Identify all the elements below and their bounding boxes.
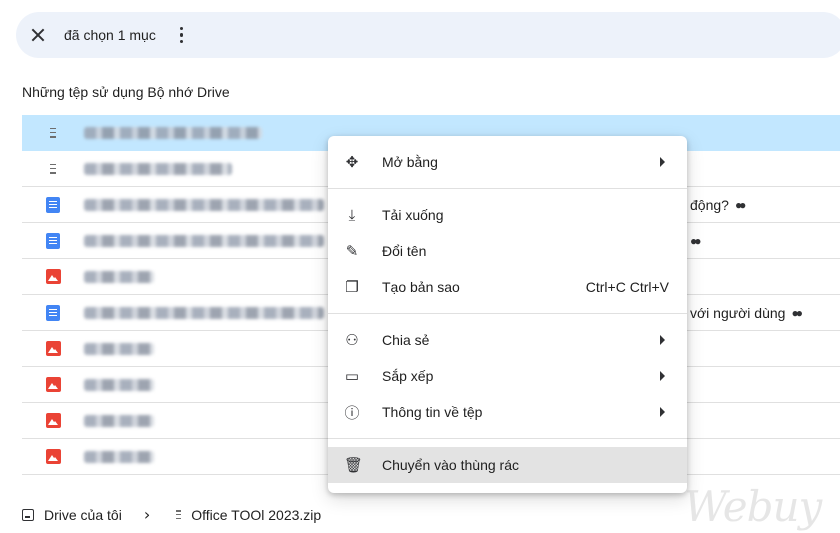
row-owner-text: ●●: [690, 233, 701, 248]
doc-icon: [42, 232, 64, 249]
menu-item-make-copy[interactable]: ❐ Tạo bản sao Ctrl+C Ctrl+V: [328, 269, 687, 305]
breadcrumb-file[interactable]: Office TOOl 2023.zip: [191, 507, 321, 523]
file-name-redacted: [84, 342, 154, 355]
breadcrumb: Drive của tôi › Office TOOl 2023.zip: [22, 505, 321, 524]
breadcrumb-root[interactable]: Drive của tôi: [44, 507, 122, 523]
doc-icon: [42, 196, 64, 213]
image-icon: [42, 269, 64, 284]
file-name-redacted: [84, 270, 154, 283]
context-menu: ✥ Mở bằng ⤓ Tải xuống ✎ Đổi tên ❐ Tạo bả…: [328, 136, 687, 493]
zip-icon: [42, 127, 64, 138]
selection-count: đã chọn 1 mục: [64, 27, 156, 43]
trash-icon: 🗑: [344, 456, 364, 474]
submenu-arrow-icon: [660, 335, 665, 345]
my-drive-icon: [22, 508, 34, 521]
menu-item-file-info[interactable]: ⓘ Thông tin về tệp: [328, 394, 687, 430]
copy-icon: ❐: [345, 278, 359, 296]
menu-divider: [328, 188, 687, 189]
menu-item-move-to-trash[interactable]: 🗑 Chuyển vào thùng rác: [328, 447, 687, 483]
pencil-icon: ✎: [345, 242, 359, 260]
image-icon: [42, 413, 64, 428]
menu-divider: [328, 438, 687, 439]
submenu-arrow-icon: [660, 371, 665, 381]
image-icon: [42, 377, 64, 392]
section-title: Những tệp sử dụng Bộ nhớ Drive: [22, 84, 230, 100]
file-name-redacted: [84, 126, 262, 139]
copy-shortcut: Ctrl+C Ctrl+V: [585, 279, 669, 295]
file-name-redacted: [84, 198, 324, 211]
row-owner-text: động? ●●: [690, 196, 746, 213]
zip-icon: [176, 510, 182, 519]
menu-item-share[interactable]: ⚇ Chia sẻ: [328, 322, 687, 358]
folder-icon: ▭: [344, 367, 360, 385]
submenu-arrow-icon: [660, 157, 665, 167]
menu-item-download[interactable]: ⤓ Tải xuống: [328, 197, 687, 233]
selection-bar: đã chọn 1 mục: [16, 12, 840, 58]
info-icon: ⓘ: [344, 403, 360, 422]
row-owner-text: với người dùng ●●: [690, 304, 803, 321]
file-name-redacted: [84, 306, 324, 319]
file-name-redacted: [84, 450, 154, 463]
chevron-right-icon: ›: [143, 505, 151, 524]
menu-item-open-with[interactable]: ✥ Mở bằng: [328, 144, 687, 180]
shared-people-icon: ●●: [690, 233, 701, 248]
file-name-redacted: [84, 234, 324, 247]
close-icon[interactable]: [30, 27, 46, 43]
image-icon: [42, 449, 64, 464]
menu-divider: [328, 313, 687, 314]
more-actions-icon[interactable]: [179, 26, 184, 44]
menu-item-rename[interactable]: ✎ Đổi tên: [328, 233, 687, 269]
shared-people-icon: ●●: [791, 305, 802, 320]
person-add-icon: ⚇: [345, 331, 359, 349]
file-name-redacted: [84, 162, 232, 175]
menu-item-organize[interactable]: ▭ Sắp xếp: [328, 358, 687, 394]
image-icon: [42, 341, 64, 356]
zip-icon: [42, 163, 64, 174]
doc-icon: [42, 304, 64, 321]
file-name-redacted: [84, 414, 154, 427]
shared-people-icon: ●●: [734, 197, 746, 212]
watermark-logo: Webuy: [684, 482, 822, 531]
download-icon: ⤓: [348, 206, 356, 224]
move-arrows-icon: ✥: [345, 153, 359, 171]
submenu-arrow-icon: [660, 407, 665, 417]
file-name-redacted: [84, 378, 154, 391]
